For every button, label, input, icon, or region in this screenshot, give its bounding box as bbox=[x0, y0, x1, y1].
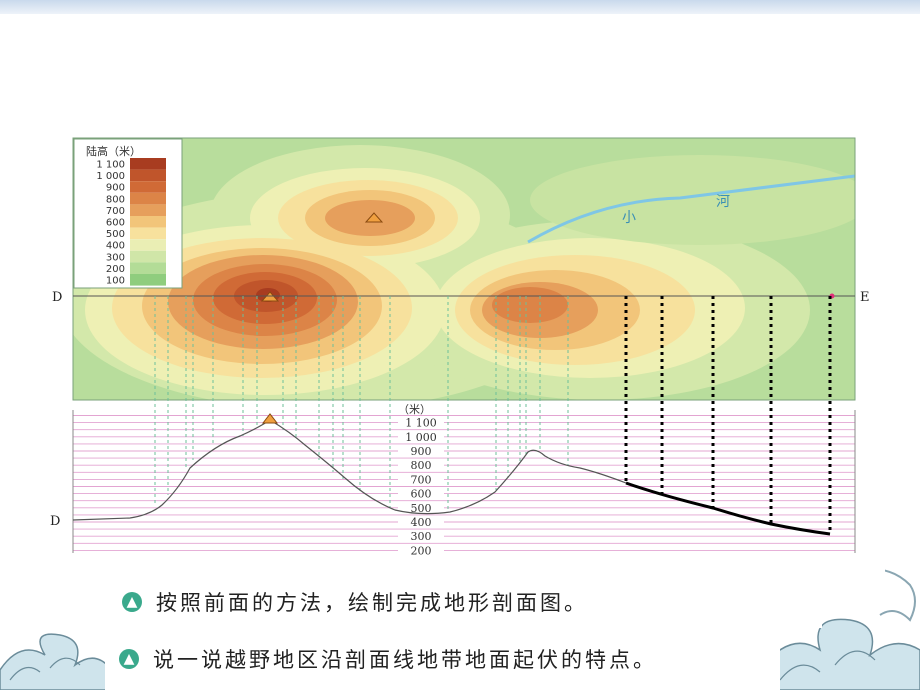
legend-level-label: 400 bbox=[106, 241, 125, 252]
legend-title: 陆高（米） bbox=[86, 144, 141, 158]
profile-label-start: D bbox=[50, 514, 60, 529]
legend-swatch bbox=[130, 274, 166, 286]
profile-tick-label: 1 000 bbox=[405, 431, 437, 444]
instruction-text-1: 按照前面的方法，绘制完成地形剖面图。 bbox=[156, 591, 588, 615]
profile-tick-label: 400 bbox=[411, 516, 432, 529]
map-label-start: D bbox=[52, 290, 62, 305]
legend-swatch bbox=[130, 239, 166, 251]
legend-level-label: 900 bbox=[106, 183, 125, 194]
legend-level-label: 100 bbox=[106, 276, 125, 287]
legend-swatch bbox=[130, 192, 166, 205]
legend-level-label: 500 bbox=[106, 229, 125, 240]
profile-tick-label: 900 bbox=[411, 445, 432, 458]
river-label-1: 小 bbox=[622, 210, 636, 226]
river-label-2: 河 bbox=[716, 194, 730, 210]
legend-level-label: 700 bbox=[106, 206, 125, 217]
map-label-end: E bbox=[860, 290, 870, 305]
instruction-2: ▲ 说一说越野地区沿剖面线地带地面起伏的特点。 bbox=[105, 628, 780, 690]
legend-level-label: 600 bbox=[106, 218, 125, 229]
arrow-up-icon: ▲ bbox=[119, 649, 139, 669]
legend-level-label: 1 100 bbox=[96, 160, 125, 171]
profile-unit-label: （米） bbox=[398, 403, 431, 416]
legend-level-label: 1 000 bbox=[96, 171, 125, 182]
profile-tick-label: 1 100 bbox=[405, 417, 437, 430]
elevation-legend: 陆高（米） 1 1001 000900800700600500400300200… bbox=[73, 138, 183, 289]
legend-swatch bbox=[130, 250, 166, 263]
legend-swatch bbox=[130, 158, 166, 170]
profile-tick-label: 200 bbox=[411, 544, 432, 557]
profile-tick-label: 300 bbox=[411, 530, 432, 543]
legend-level-label: 200 bbox=[106, 264, 125, 275]
legend-swatch bbox=[130, 204, 166, 216]
instruction-text-2: 说一说越野地区沿剖面线地带地面起伏的特点。 bbox=[153, 648, 657, 672]
profile-tick-label: 700 bbox=[411, 473, 432, 486]
legend-swatch bbox=[130, 169, 166, 182]
profile-tick-label: 600 bbox=[411, 488, 432, 501]
legend-swatch bbox=[130, 227, 166, 240]
legend-swatch bbox=[130, 216, 166, 228]
legend-swatch bbox=[130, 181, 166, 193]
profile-tick-label: 800 bbox=[411, 459, 432, 472]
legend-swatch bbox=[130, 262, 166, 274]
legend-level-label: 800 bbox=[106, 194, 125, 205]
legend-level-label: 300 bbox=[106, 252, 125, 263]
arrow-up-icon: ▲ bbox=[122, 592, 142, 612]
instruction-1: ▲ 按照前面的方法，绘制完成地形剖面图。 bbox=[67, 576, 822, 628]
